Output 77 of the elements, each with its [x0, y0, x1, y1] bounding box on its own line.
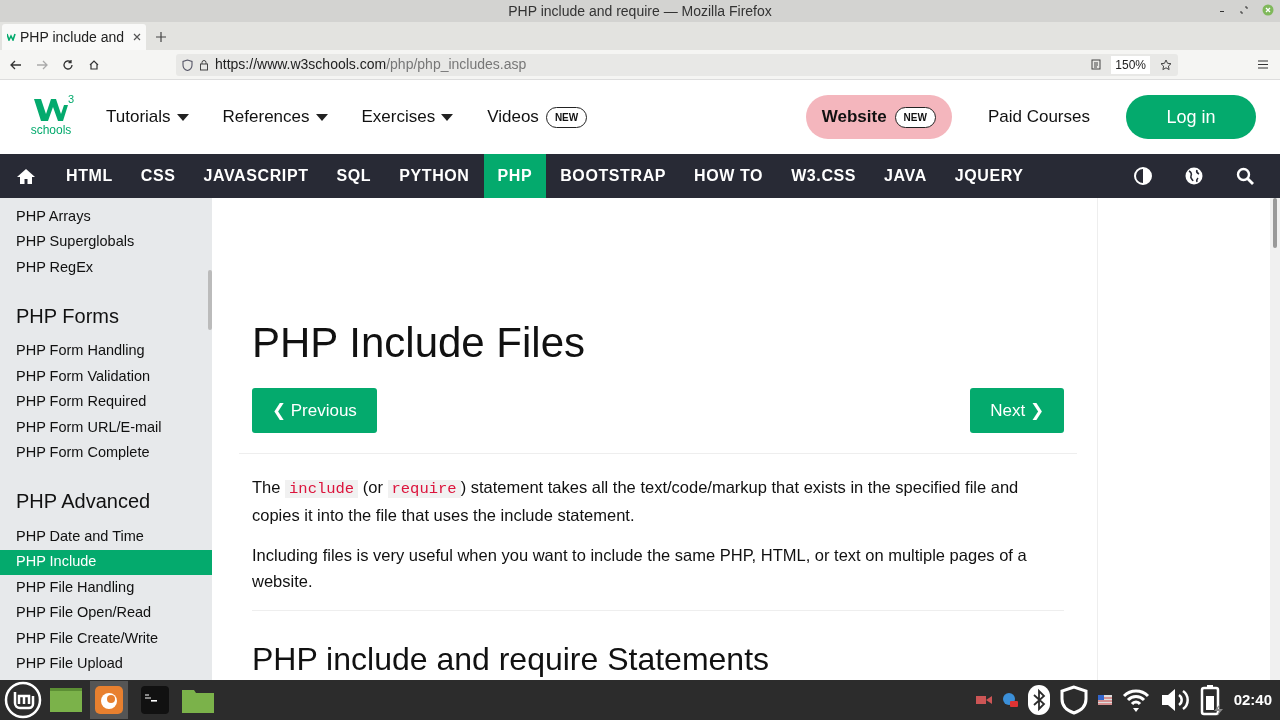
- sidebar-heading: PHP Forms: [16, 303, 119, 329]
- page-title: PHP Include Files: [252, 318, 587, 368]
- new-tab-icon[interactable]: [156, 32, 166, 42]
- flag-icon[interactable]: [1097, 695, 1112, 705]
- globe-icon[interactable]: [1185, 167, 1203, 185]
- sidebar-link[interactable]: PHP Form Complete: [0, 440, 212, 466]
- menu-icon[interactable]: [1258, 60, 1268, 69]
- browser-tab[interactable]: PHP include and: [2, 24, 146, 50]
- sidebar-link[interactable]: PHP Superglobals: [0, 229, 212, 255]
- logo-mark-icon: [34, 97, 68, 123]
- new-badge: NEW: [894, 106, 936, 128]
- topnav-tab[interactable]: HTML: [52, 154, 127, 198]
- sidebar-link[interactable]: PHP Date and Time: [0, 524, 212, 550]
- section-heading: PHP include and require Statements: [252, 640, 771, 679]
- close-tab-icon[interactable]: [133, 33, 141, 41]
- taskbar-item[interactable]: [90, 681, 128, 719]
- wifi-icon[interactable]: [1121, 688, 1150, 712]
- scrollbar-thumb[interactable]: [1273, 198, 1277, 248]
- reader-view-icon[interactable]: [1091, 59, 1102, 70]
- topnav-tab[interactable]: JQUERY: [940, 154, 1038, 198]
- sidebar-link[interactable]: PHP File Handling: [0, 575, 212, 601]
- sidebar-link[interactable]: PHP Form Required: [0, 389, 212, 415]
- sidebar-link[interactable]: PHP Form Handling: [0, 338, 212, 364]
- topnav-tab[interactable]: W3.CSS: [777, 154, 871, 198]
- contrast-icon[interactable]: [1134, 167, 1152, 185]
- caret-icon: [176, 113, 189, 121]
- nav-menu-link[interactable]: Exercises: [361, 104, 454, 130]
- bluetooth-icon[interactable]: [1027, 685, 1050, 715]
- url-text: https://www.w3schools.com/php/php_includes.asp: [215, 55, 528, 74]
- home-icon[interactable]: [88, 58, 100, 71]
- nav-menu-link[interactable]: Tutorials: [106, 104, 189, 130]
- sidebar-link[interactable]: PHP RegEx: [0, 255, 212, 281]
- paragraph: Including files is very useful when you want to include the same PHP, HTML, or text on multiple pages of a website.: [252, 545, 1028, 592]
- sidebar-link[interactable]: PHP Arrays: [0, 204, 212, 230]
- sidebar-link[interactable]: PHP Form Validation: [0, 364, 212, 390]
- topnav-tab[interactable]: JAVA: [870, 154, 941, 198]
- site-favicon-icon: [7, 33, 16, 41]
- paragraph: The include (or require ) statement takes all the text/code/markup that exists in the specified file and copies it into the file that uses the include statement.: [252, 477, 1020, 526]
- shield-icon[interactable]: [1059, 685, 1088, 715]
- folder-icon[interactable]: [182, 687, 214, 713]
- zoom-level[interactable]: 150%: [1111, 55, 1150, 74]
- home-icon[interactable]: [16, 167, 36, 185]
- address-bar[interactable]: https://www.w3schools.com/php/php_includes.asp 150%: [176, 53, 1178, 76]
- menu-logo-icon[interactable]: [4, 681, 42, 719]
- nav-menu-link[interactable]: Videos NEW: [487, 104, 588, 130]
- window-title: PHP include and require — Mozilla Firefox: [508, 1, 772, 21]
- caret-icon: [441, 113, 454, 121]
- sidebar-heading: PHP Advanced: [16, 489, 151, 514]
- browser-icon: [95, 686, 123, 714]
- update-icon[interactable]: [1001, 692, 1018, 708]
- nav-menu-link[interactable]: References: [222, 104, 328, 130]
- topnav-tab[interactable]: PYTHON: [385, 154, 484, 198]
- sidebar-link[interactable]: PHP File Open/Read: [0, 600, 212, 626]
- scrollbar-thumb[interactable]: [208, 270, 212, 330]
- back-icon[interactable]: [10, 58, 22, 71]
- volume-icon[interactable]: [1159, 686, 1190, 714]
- maximize-icon[interactable]: [1240, 6, 1248, 14]
- topnav-tab[interactable]: SQL: [322, 154, 386, 198]
- sidebar-link[interactable]: PHP File Upload: [0, 651, 212, 677]
- paid-courses-link[interactable]: Paid Courses: [987, 104, 1090, 130]
- sidebar-link[interactable]: PHP Form URL/E-mail: [0, 415, 212, 441]
- clock: 02:40: [1233, 689, 1272, 710]
- search-icon[interactable]: [1236, 167, 1254, 185]
- terminal-icon[interactable]: [141, 686, 169, 714]
- caret-icon: [315, 113, 328, 121]
- camera-icon[interactable]: [975, 694, 992, 706]
- lock-icon: [199, 58, 209, 71]
- website-button[interactable]: Website NEW: [805, 95, 952, 139]
- topnav-tab[interactable]: JAVASCRIPT: [189, 154, 323, 198]
- bookmark-star-icon[interactable]: [1160, 58, 1172, 71]
- reload-icon[interactable]: [62, 58, 74, 71]
- topnav-tab[interactable]: BOOTSTRAP: [546, 154, 681, 198]
- topnav-tab[interactable]: HOW TO: [680, 154, 778, 198]
- topnav-tab[interactable]: CSS: [126, 154, 190, 198]
- battery-icon[interactable]: [1199, 684, 1224, 716]
- shield-icon: [182, 58, 193, 71]
- sidebar-link[interactable]: PHP File Create/Write: [0, 626, 212, 652]
